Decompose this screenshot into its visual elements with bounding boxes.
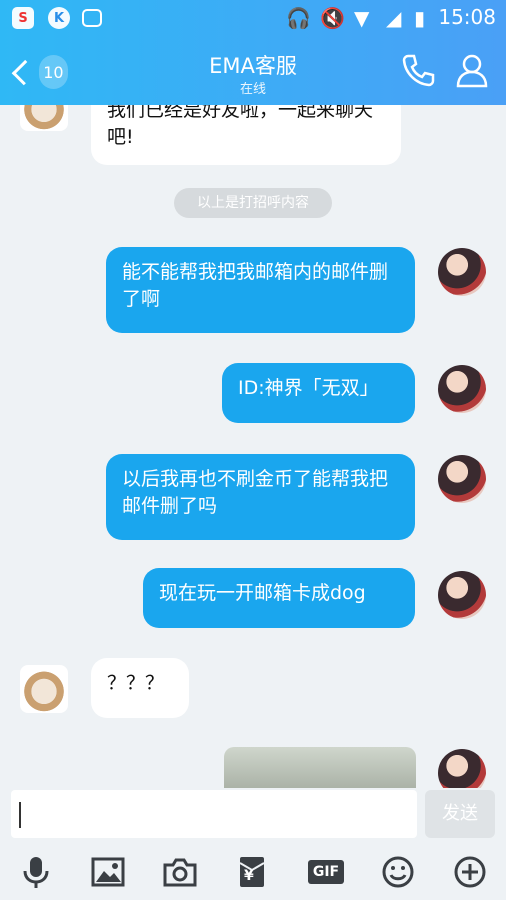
agent-avatar[interactable] xyxy=(20,665,68,713)
voice-button[interactable] xyxy=(18,854,54,890)
battery-icon: ▮ xyxy=(414,6,426,30)
emoji-button[interactable] xyxy=(380,854,416,890)
message-bubble-me[interactable]: 能不能帮我把我邮箱内的邮件删了啊 xyxy=(106,247,415,333)
yen-label: ¥ xyxy=(244,868,254,884)
input-bar: 发送 xyxy=(0,788,506,844)
camera-button[interactable] xyxy=(162,854,198,890)
message-bubble-me[interactable]: 现在玩一开邮箱卡成dog xyxy=(143,568,415,628)
my-avatar[interactable] xyxy=(438,571,486,619)
gif-icon: GIF xyxy=(307,860,345,884)
send-button[interactable]: 发送 xyxy=(425,790,495,838)
message-input[interactable] xyxy=(11,790,417,838)
phone-icon xyxy=(402,54,435,87)
picture-icon xyxy=(91,857,125,887)
gif-button[interactable]: GIF xyxy=(306,854,346,890)
profile-button[interactable] xyxy=(452,50,492,90)
app-header: S K 🎧 🔇 ▼ ◢ ▮ 15:08 10 EMA客服 在线 xyxy=(0,0,506,105)
wifi-icon: ▼ xyxy=(354,6,370,30)
input-toolbar: ¥ GIF xyxy=(0,844,506,900)
system-notice: 以上是打招呼内容 xyxy=(174,188,332,218)
message-bubble-them[interactable]: 我们已经是好友啦，一起来聊天吧! xyxy=(91,105,401,165)
message-bubble-me[interactable]: 以后我再也不刷金币了能帮我把邮件删了吗 xyxy=(106,454,415,540)
my-avatar[interactable] xyxy=(438,365,486,413)
message-bubble-them[interactable]: ？？？ xyxy=(91,658,189,718)
my-avatar[interactable] xyxy=(438,455,486,503)
plus-icon xyxy=(454,856,486,888)
mic-icon xyxy=(23,857,49,888)
red-packet-button[interactable]: ¥ xyxy=(234,854,270,890)
my-avatar[interactable] xyxy=(438,749,486,788)
mute-icon: 🔇 xyxy=(320,6,345,30)
chat-area[interactable]: 我们已经是好友啦，一起来聊天吧! 以上是打招呼内容 能不能帮我把我邮箱内的邮件删… xyxy=(0,105,506,788)
image-icon xyxy=(82,9,102,27)
headphone-icon: 🎧 xyxy=(286,6,311,30)
k-app-icon: K xyxy=(48,7,70,29)
signal-icon: ◢ xyxy=(386,6,402,30)
message-bubble-me[interactable]: ID:神界「无双」 xyxy=(222,363,415,423)
phone-call-button[interactable] xyxy=(398,50,438,90)
camera-icon xyxy=(163,858,197,887)
user-icon xyxy=(456,54,488,88)
status-bar: S K 🎧 🔇 ▼ ◢ ▮ 15:08 xyxy=(0,0,506,36)
photo-button[interactable] xyxy=(90,854,126,890)
image-message[interactable] xyxy=(224,747,416,788)
more-button[interactable] xyxy=(452,854,488,890)
my-avatar[interactable] xyxy=(438,248,486,296)
sohu-icon: S xyxy=(12,7,34,29)
emoji-icon xyxy=(382,856,414,888)
clock: 15:08 xyxy=(438,5,496,29)
text-caret xyxy=(19,802,21,828)
agent-avatar[interactable] xyxy=(20,105,68,131)
